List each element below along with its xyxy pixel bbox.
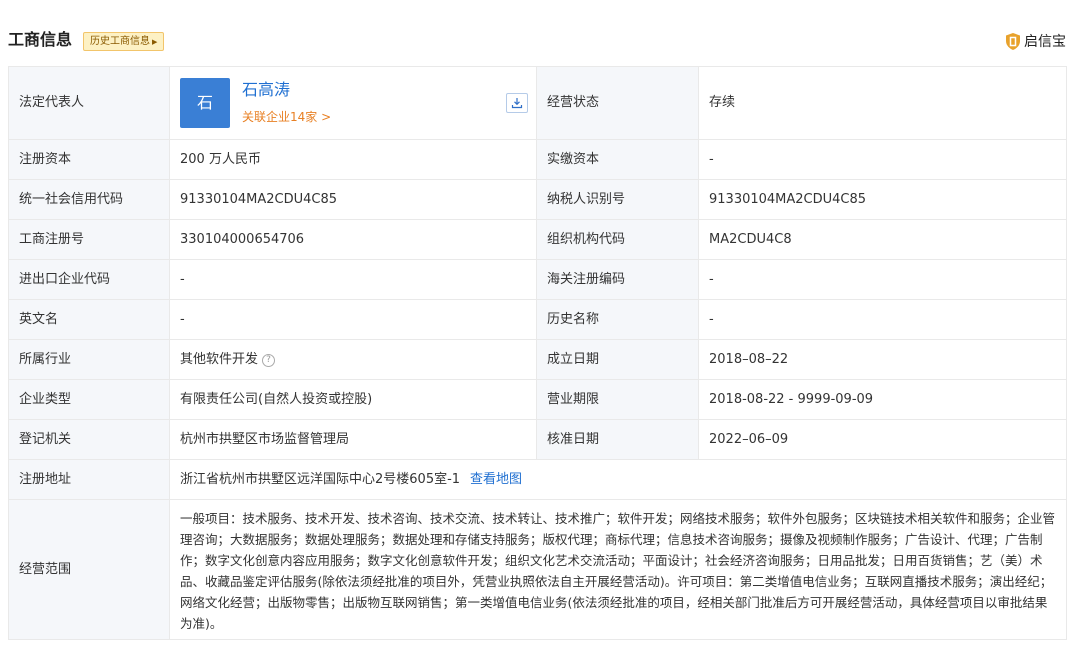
view-map-link[interactable]: 查看地图 — [470, 472, 522, 487]
row-value: 91330104MA2CDU4C85 — [698, 179, 1067, 220]
shield-logo-icon — [1006, 32, 1020, 50]
row-label: 进出口企业代码 — [8, 259, 170, 300]
row-value: 2018–08–22 — [698, 339, 1067, 380]
row-value: - — [698, 299, 1067, 340]
row-value: 浙江省杭州市拱墅区远洋国际中心2号楼605室-1 — [180, 471, 461, 487]
row-label: 核准日期 — [536, 419, 699, 460]
legal-rep-name-link[interactable]: 石高涛 — [242, 79, 290, 101]
history-info-label: 历史工商信息 — [90, 36, 150, 47]
brand-name: 启信宝 — [1024, 34, 1066, 50]
table-row: 工商注册号 330104000654706 组织机构代码 MA2CDU4C8 — [8, 219, 1067, 260]
table-row: 企业类型 有限责任公司(自然人投资或控股) 营业期限 2018-08-22 - … — [8, 379, 1067, 420]
row-value: 2018-08-22 - 9999-09-09 — [698, 379, 1067, 420]
row-label: 注册地址 — [8, 459, 170, 500]
download-icon — [511, 98, 523, 109]
row-value: 2022–06–09 — [698, 419, 1067, 460]
table-row: 统一社会信用代码 91330104MA2CDU4C85 纳税人识别号 91330… — [8, 179, 1067, 220]
section-title: 工商信息 — [8, 30, 73, 49]
row-value: MA2CDU4C8 — [698, 219, 1067, 260]
row-label: 统一社会信用代码 — [8, 179, 170, 220]
row-label: 组织机构代码 — [536, 219, 699, 260]
row-value: 存续 — [698, 66, 1067, 140]
row-value: - — [698, 259, 1067, 300]
row-label: 营业期限 — [536, 379, 699, 420]
row-value: 91330104MA2CDU4C85 — [169, 179, 537, 220]
row-label: 注册资本 — [8, 139, 170, 180]
row-label: 企业类型 — [8, 379, 170, 420]
row-value: 其他软件开发 — [180, 351, 259, 367]
row-label: 所属行业 — [8, 339, 170, 380]
brand-logo: 启信宝 — [1006, 30, 1066, 52]
address-cell: 浙江省杭州市拱墅区远洋国际中心2号楼605室-1 查看地图 — [169, 459, 1067, 500]
row-label: 经营状态 — [536, 66, 699, 140]
section-header: 工商信息 历史工商信息 ▶ 启信宝 — [0, 0, 1080, 60]
business-scope-text: 一般项目：技术服务、技术开发、技术咨询、技术交流、技术转让、技术推广；软件开发；… — [169, 499, 1067, 640]
row-label: 工商注册号 — [8, 219, 170, 260]
row-label: 成立日期 — [536, 339, 699, 380]
row-label: 纳税人识别号 — [536, 179, 699, 220]
table-row: 注册资本 200 万人民币 实缴资本 - — [8, 139, 1067, 180]
table-row: 经营范围 一般项目：技术服务、技术开发、技术咨询、技术交流、技术转让、技术推广；… — [8, 499, 1067, 640]
business-info-table: 法定代表人 石 石高涛 关联企业14家 > 经营状态 存续 注册资本 200 万… — [8, 66, 1067, 640]
table-row: 英文名 - 历史名称 - — [8, 299, 1067, 340]
row-value: - — [169, 259, 537, 300]
row-value: 杭州市拱墅区市场监督管理局 — [169, 419, 537, 460]
table-row: 登记机关 杭州市拱墅区市场监督管理局 核准日期 2022–06–09 — [8, 419, 1067, 460]
row-value: 有限责任公司(自然人投资或控股) — [169, 379, 537, 420]
row-value: 200 万人民币 — [169, 139, 537, 180]
row-label: 英文名 — [8, 299, 170, 340]
triangle-right-icon: ▶ — [152, 38, 158, 46]
avatar[interactable]: 石 — [180, 78, 230, 128]
row-label: 海关注册编码 — [536, 259, 699, 300]
row-value: - — [169, 299, 537, 340]
row-label: 历史名称 — [536, 299, 699, 340]
table-row: 所属行业 其他软件开发? 成立日期 2018–08–22 — [8, 339, 1067, 380]
row-value: - — [698, 139, 1067, 180]
table-row: 进出口企业代码 - 海关注册编码 - — [8, 259, 1067, 300]
row-value: 330104000654706 — [169, 219, 537, 260]
download-button[interactable] — [506, 93, 528, 113]
row-label: 经营范围 — [8, 499, 170, 640]
related-companies-link[interactable]: 关联企业14家 > — [242, 108, 331, 126]
row-label: 实缴资本 — [536, 139, 699, 180]
question-icon[interactable]: ? — [262, 353, 276, 367]
history-info-button[interactable]: 历史工商信息 ▶ — [83, 32, 165, 51]
table-row: 注册地址 浙江省杭州市拱墅区远洋国际中心2号楼605室-1 查看地图 — [8, 459, 1067, 500]
legal-rep-cell: 石 石高涛 关联企业14家 > — [169, 66, 537, 140]
industry-cell: 其他软件开发? — [169, 339, 537, 380]
row-label: 法定代表人 — [8, 66, 170, 140]
table-row: 法定代表人 石 石高涛 关联企业14家 > 经营状态 存续 — [8, 66, 1067, 140]
row-label: 登记机关 — [8, 419, 170, 460]
